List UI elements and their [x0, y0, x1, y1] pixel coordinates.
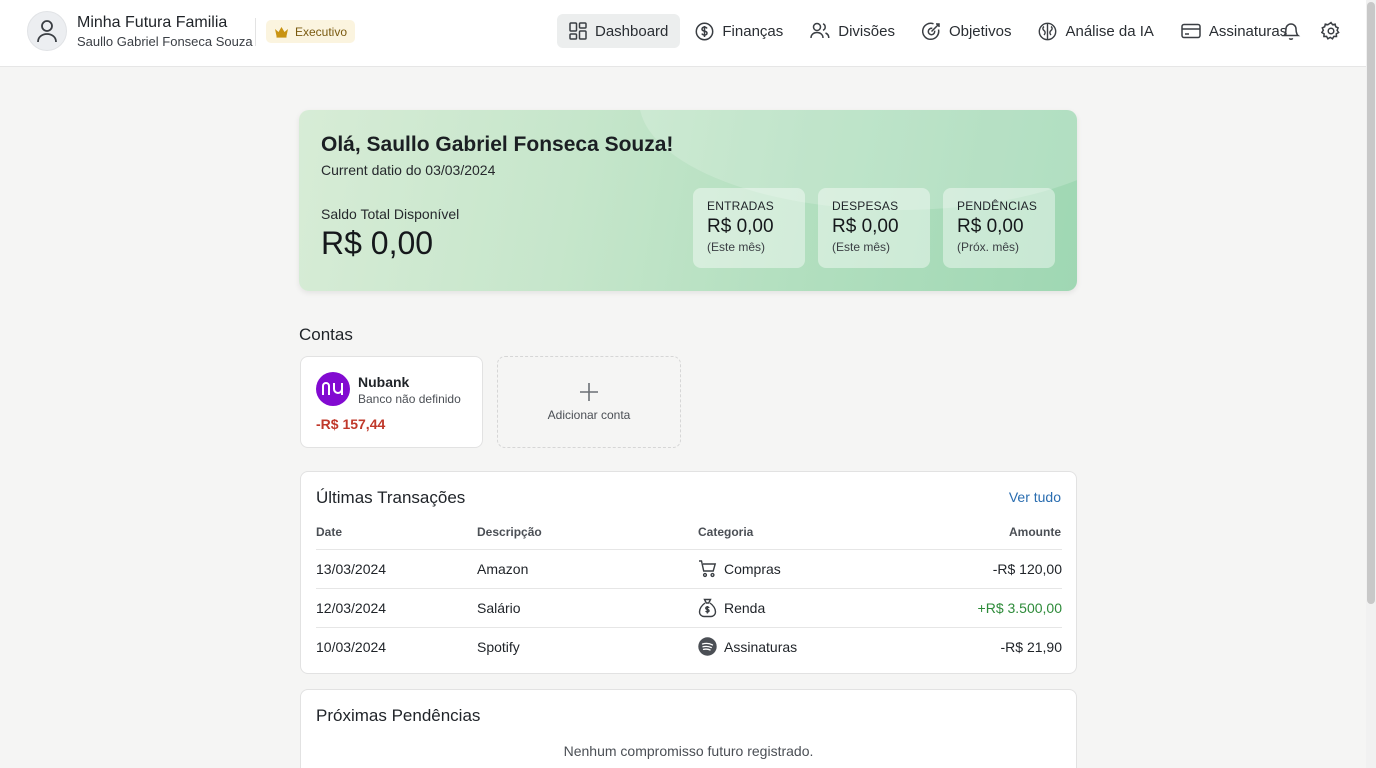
tx-amount: -R$ 120,00 [992, 561, 1062, 577]
tx-description: Spotify [477, 639, 520, 655]
stat-value: R$ 0,00 [832, 216, 899, 237]
cart-icon [699, 560, 717, 578]
header-divider [255, 18, 256, 46]
nav-objetivos[interactable]: Objetivos [910, 14, 1024, 48]
column-header-description[interactable]: Descripção [477, 525, 542, 539]
stat-card-entradas: ENTRADAS R$ 0,00 (Este mês) [693, 188, 805, 268]
table-row[interactable]: 12/03/2024 Salário Renda +R$ 3.500,00 [316, 588, 1062, 627]
stat-card-despesas: DESPESAS R$ 0,00 (Este mês) [818, 188, 930, 268]
tx-date: 10/03/2024 [316, 639, 387, 655]
column-header-category[interactable]: Categoria [698, 525, 753, 539]
tx-description: Salário [477, 600, 521, 616]
nav-objetivos-label: Objetivos [948, 22, 1012, 40]
tx-description: Amazon [477, 561, 529, 577]
plan-badge: Executivo [266, 20, 356, 43]
current-date: Current datio do 03/03/2024 [321, 162, 496, 178]
nav-financas-label: Finanças [722, 22, 784, 40]
account-card-nubank[interactable]: Nubank Banco não definido -R$ 157,44 [300, 356, 483, 448]
users-icon [810, 22, 830, 39]
stat-period: (Este mês) [832, 240, 891, 254]
brain-icon [1039, 22, 1057, 40]
welcome-summary-card: Olá, Saullo Gabriel Fonseca Souza! Curre… [299, 110, 1077, 291]
main-nav: Dashboard Finanças Divisões Objetivos An… [557, 14, 1302, 48]
account-name: Nubank [358, 374, 410, 390]
column-header-date[interactable]: Date [316, 525, 342, 539]
crown-icon [275, 26, 288, 38]
add-account-button[interactable]: Adicionar conta [497, 356, 681, 448]
top-navigation-bar: Minha Futura Familia Saullo Gabriel Fons… [0, 0, 1366, 67]
stat-value: R$ 0,00 [707, 216, 774, 237]
target-icon [921, 22, 940, 40]
pending-empty-message: Nenhum compromisso futuro registrado. [563, 743, 814, 759]
account-balance: -R$ 157,44 [316, 416, 386, 432]
money-bag-icon [698, 598, 717, 618]
nubank-logo-icon [316, 372, 350, 406]
user-icon [37, 20, 57, 43]
plan-badge-label: Executivo [295, 24, 348, 39]
nav-assinaturas[interactable]: Assinaturas [1169, 14, 1299, 48]
account-bank: Banco não definido [358, 392, 461, 406]
stat-period: (Próx. mês) [957, 240, 1020, 254]
nav-analise-ia[interactable]: Análise da IA [1026, 14, 1165, 48]
family-name: Minha Futura Familia [77, 14, 228, 31]
upcoming-pending-panel: Próximas Pendências Nenhum compromisso f… [300, 689, 1077, 768]
add-account-label: Adicionar conta [547, 408, 631, 422]
greeting-title: Olá, Saullo Gabriel Fonseca Souza! [321, 133, 674, 156]
tx-category: Assinaturas [724, 639, 798, 655]
nav-dashboard[interactable]: Dashboard [557, 14, 681, 48]
balance-value: R$ 0,00 [321, 225, 434, 261]
nav-financas[interactable]: Finanças [683, 14, 795, 48]
tx-date: 12/03/2024 [316, 600, 387, 616]
nav-divisoes-label: Divisões [838, 22, 895, 40]
nav-divisoes[interactable]: Divisões [798, 14, 907, 48]
tx-category: Renda [724, 600, 766, 616]
stat-label: PENDÊNCIAS [957, 199, 1038, 213]
pending-title: Próximas Pendências [316, 706, 481, 725]
table-row[interactable]: 13/03/2024 Amazon Compras -R$ 120,00 [316, 549, 1062, 588]
bell-icon[interactable] [1281, 21, 1301, 41]
tx-amount: -R$ 21,90 [1000, 639, 1062, 655]
user-avatar[interactable] [27, 11, 67, 51]
see-all-link[interactable]: Ver tudo [1009, 489, 1061, 505]
gear-icon[interactable] [1321, 21, 1341, 41]
stat-label: ENTRADAS [707, 199, 774, 213]
recent-transactions-panel: Últimas Transações Ver tudo Date Descrip… [300, 471, 1077, 674]
stat-period: (Este mês) [707, 240, 766, 254]
page-scrollbar-thumb[interactable] [1367, 2, 1375, 604]
user-name: Saullo Gabriel Fonseca Souza [77, 34, 253, 49]
nav-analise-ia-label: Análise da IA [1065, 22, 1154, 40]
stat-label: DESPESAS [832, 199, 899, 213]
accounts-section-title: Contas [299, 325, 353, 344]
dollar-icon [695, 22, 714, 40]
nav-assinaturas-label: Assinaturas [1208, 22, 1288, 40]
credit-card-icon [1181, 23, 1201, 39]
table-row[interactable]: 10/03/2024 Spotify Assinaturas -R$ 21,90 [316, 627, 1062, 666]
tx-category: Compras [724, 561, 781, 577]
dashboard-icon [569, 22, 587, 40]
transactions-title: Últimas Transações [316, 488, 466, 507]
plus-icon [580, 383, 598, 401]
column-header-amount[interactable]: Amounte [1009, 525, 1061, 539]
stat-card-pendencias: PENDÊNCIAS R$ 0,00 (Próx. mês) [943, 188, 1055, 268]
spotify-icon [698, 637, 717, 656]
nav-dashboard-label: Dashboard [595, 22, 669, 40]
balance-label: Saldo Total Disponível [321, 206, 460, 222]
stat-value: R$ 0,00 [957, 216, 1024, 237]
tx-date: 13/03/2024 [316, 561, 387, 577]
tx-amount: +R$ 3.500,00 [977, 600, 1062, 616]
